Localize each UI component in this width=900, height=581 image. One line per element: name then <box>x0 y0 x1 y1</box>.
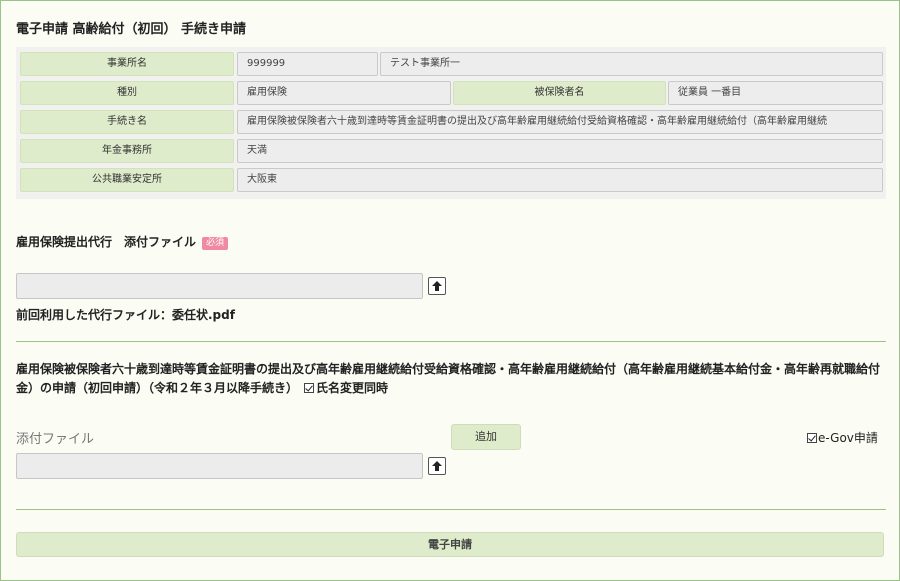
upload-arrow-glyph <box>432 461 442 471</box>
egov-label: e-Gov申請 <box>818 431 878 445</box>
proxy-attachment-heading: 雇用保険提出代行 添付ファイル 必須 <box>16 233 229 250</box>
pension-office-value: 天満 <box>237 139 883 163</box>
footer-divider <box>16 509 886 510</box>
upload-arrow-glyph <box>432 281 442 291</box>
egov-checkbox[interactable]: e-Gov申請 <box>807 429 878 446</box>
application-info-table: 事業所名 999999 テスト事業所一 種別 雇用保険 被保険者名 従業員 一番… <box>16 47 886 199</box>
employment-office-label: 公共職業安定所 <box>20 168 234 192</box>
previous-proxy-file: 前回利用した代行ファイル：委任状.pdf <box>16 308 235 322</box>
page-title: 電子申請 高齢給付（初回） 手続き申請 <box>16 22 247 37</box>
insured-label: 被保険者名 <box>453 81 666 105</box>
pension-office-label: 年金事務所 <box>20 139 234 163</box>
attachment-file-field[interactable] <box>16 453 423 479</box>
section-divider <box>16 341 886 342</box>
required-badge: 必須 <box>202 237 229 250</box>
procedure-label: 手続き名 <box>20 110 234 134</box>
type-label: 種別 <box>20 81 234 105</box>
add-attachment-button[interactable]: 追加 <box>451 424 521 450</box>
checkbox-checked-icon[interactable] <box>807 433 817 443</box>
electronic-submit-button[interactable]: 電子申請 <box>16 532 884 557</box>
attachment-label: 添付ファイル <box>16 432 95 447</box>
insured-value: 従業員 一番目 <box>668 81 883 105</box>
procedure-value: 雇用保険被保険者六十歳到達時等賃金証明書の提出及び高年齢雇用継続給付受給資格確認… <box>237 110 883 134</box>
name-change-label: 氏名変更同時 <box>316 381 389 395</box>
upload-arrow-icon[interactable] <box>428 277 446 295</box>
office-label: 事業所名 <box>20 52 234 76</box>
proxy-heading-text: 雇用保険提出代行 添付ファイル <box>16 235 197 249</box>
proxy-file-field[interactable] <box>16 273 423 299</box>
application-description: 雇用保険被保険者六十歳到達時等賃金証明書の提出及び高年齢雇用継続給付受給資格確認… <box>16 360 886 398</box>
type-value: 雇用保険 <box>237 81 451 105</box>
office-name-value: テスト事業所一 <box>380 52 883 76</box>
office-code-value: 999999 <box>237 52 378 76</box>
checkbox-checked-icon[interactable] <box>304 383 315 393</box>
application-description-text: 雇用保険被保険者六十歳到達時等賃金証明書の提出及び高年齢雇用継続給付受給資格確認… <box>16 362 881 395</box>
employment-office-value: 大阪東 <box>237 168 883 192</box>
upload-arrow-icon[interactable] <box>428 457 446 475</box>
